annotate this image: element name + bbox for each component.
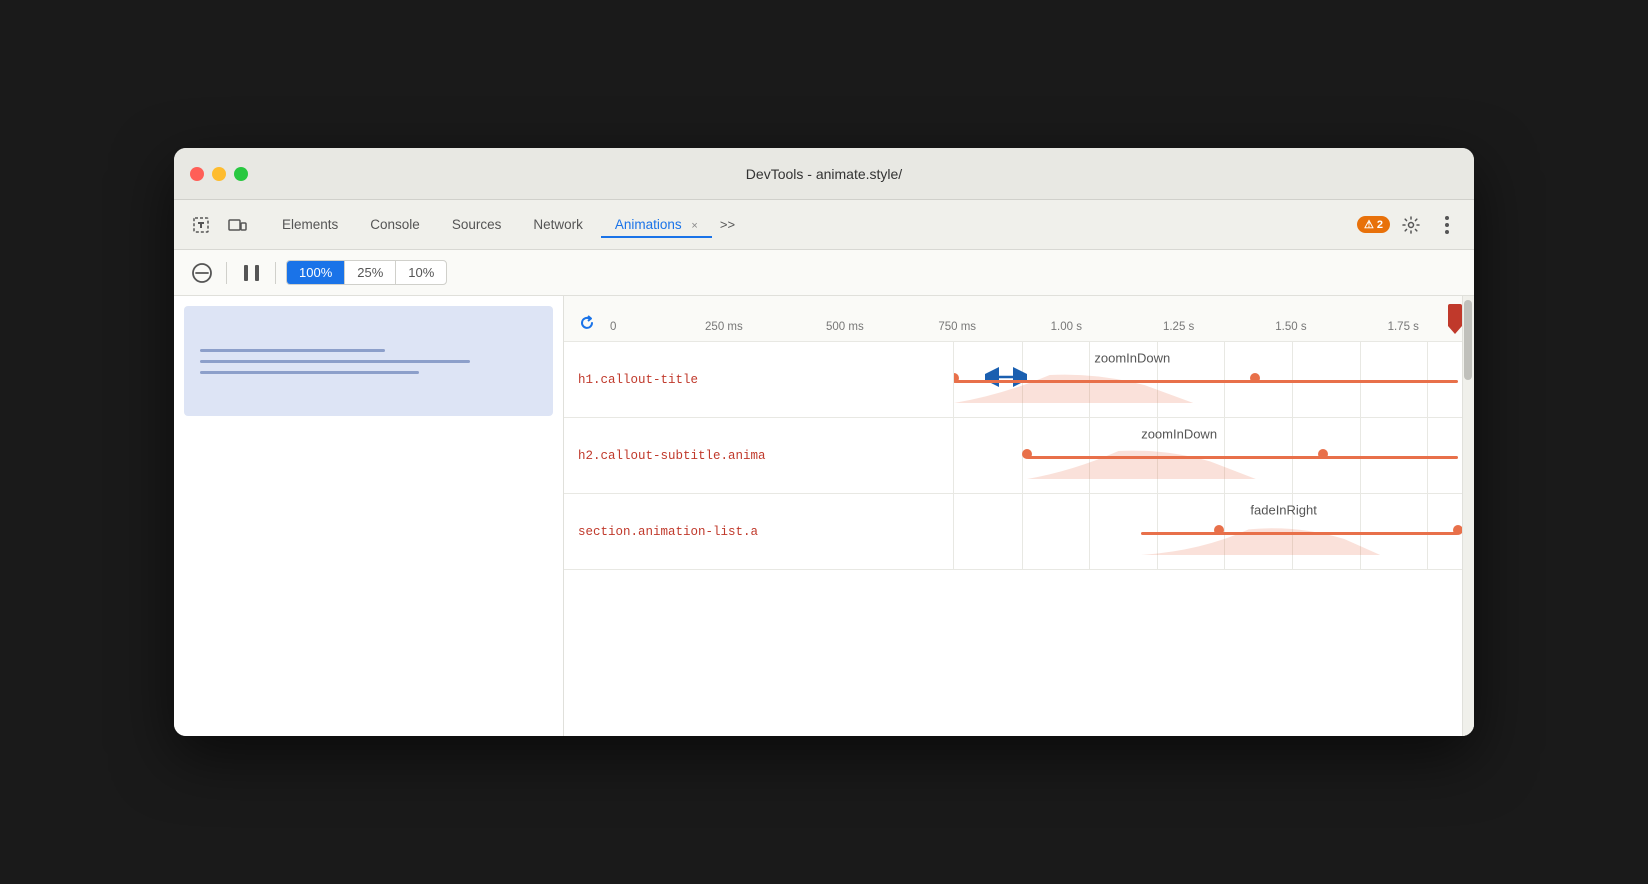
preview-line-2	[200, 360, 470, 363]
right-icons: ⚠ 2	[1357, 210, 1462, 240]
pause-animations-button[interactable]	[237, 259, 265, 287]
window-title: DevTools - animate.style/	[746, 166, 902, 182]
minimize-button[interactable]	[212, 167, 226, 181]
curve-1	[954, 371, 1193, 403]
close-button[interactable]	[190, 167, 204, 181]
cursor-marker	[1448, 296, 1462, 333]
tab-animations[interactable]: Animations ×	[601, 211, 712, 238]
anim-row-3[interactable]: section.animation-list.a	[564, 494, 1474, 570]
tick-1250: 1.25 s	[1163, 321, 1194, 333]
preview-line-3	[200, 371, 419, 374]
tab-elements[interactable]: Elements	[268, 211, 352, 238]
curve-3	[1141, 523, 1380, 555]
warning-icon: ⚠	[1364, 218, 1374, 231]
anim-bar-1	[954, 380, 1458, 383]
tab-network[interactable]: Network	[519, 211, 597, 238]
anim-row-1[interactable]: h1.callout-title	[564, 342, 1474, 418]
anim-label-3: section.animation-list.a	[564, 494, 954, 569]
tick-0: 0	[610, 321, 616, 333]
anim-label-2: h2.callout-subtitle.anima	[564, 418, 954, 493]
timeline-panel: 0 250 ms 500 ms 750 ms 1.00 s 1.25 s 1.5…	[564, 296, 1474, 736]
tab-animations-close[interactable]: ×	[691, 220, 697, 232]
maximize-button[interactable]	[234, 167, 248, 181]
anim-dot-start-3	[1214, 525, 1224, 535]
anim-timeline-2: zoomInDown	[954, 418, 1474, 493]
preview-line-1	[200, 349, 385, 352]
toolbar-divider-1	[226, 262, 227, 284]
anim-bar-2	[1027, 456, 1459, 459]
tab-sources[interactable]: Sources	[438, 211, 516, 238]
tabs-overflow: >>	[720, 217, 735, 232]
scrollbar-thumb[interactable]	[1464, 300, 1472, 380]
anim-dot-start-2	[1022, 449, 1032, 459]
warning-badge[interactable]: ⚠ 2	[1357, 216, 1390, 233]
toolbar-divider-2	[275, 262, 276, 284]
ruler-ticks: 0 250 ms 500 ms 750 ms 1.00 s 1.25 s 1.5…	[610, 296, 1474, 333]
clear-animations-button[interactable]	[188, 259, 216, 287]
tick-1500: 1.50 s	[1275, 321, 1306, 333]
scrollbar[interactable]	[1462, 296, 1474, 736]
anim-timeline-3: fadeInRight	[954, 494, 1474, 569]
anim-bar-3	[1141, 532, 1458, 535]
speed-10-button[interactable]: 10%	[396, 261, 446, 284]
anim-name-3: fadeInRight	[1250, 502, 1317, 517]
main-content: 0 250 ms 500 ms 750 ms 1.00 s 1.25 s 1.5…	[174, 296, 1474, 736]
settings-icon[interactable]	[1396, 210, 1426, 240]
cursor-icon[interactable]	[186, 210, 216, 240]
tick-1000: 1.00 s	[1051, 321, 1082, 333]
anim-name-2: zoomInDown	[1141, 426, 1217, 441]
speed-selector: 100% 25% 10%	[286, 260, 447, 285]
devtools-toolbar-icons	[186, 210, 252, 240]
titlebar: DevTools - animate.style/	[174, 148, 1474, 200]
anim-dot-mid-1	[1250, 373, 1260, 383]
tab-console[interactable]: Console	[356, 211, 434, 238]
anim-row-2[interactable]: h2.callout-subtitle.anima	[564, 418, 1474, 494]
left-panel	[174, 296, 564, 736]
curve-2	[1027, 447, 1256, 479]
preview-content	[200, 349, 537, 374]
replay-button[interactable]	[564, 313, 610, 333]
animations-toolbar: 100% 25% 10%	[174, 250, 1474, 296]
animation-preview	[184, 306, 553, 416]
device-icon[interactable]	[222, 210, 252, 240]
anim-label-1: h1.callout-title	[564, 342, 954, 417]
tabbar: Elements Console Sources Network Animati…	[174, 200, 1474, 250]
speed-100-button[interactable]: 100%	[287, 261, 345, 284]
timeline-ruler: 0 250 ms 500 ms 750 ms 1.00 s 1.25 s 1.5…	[564, 296, 1474, 342]
overflow-icon[interactable]: >>	[720, 217, 735, 232]
speed-25-button[interactable]: 25%	[345, 261, 396, 284]
animation-rows: h1.callout-title	[564, 342, 1474, 570]
tick-1750: 1.75 s	[1388, 321, 1419, 333]
tick-500: 500 ms	[826, 321, 864, 333]
anim-timeline-1: zoomInDown	[954, 342, 1474, 417]
devtools-window: DevTools - animate.style/ Elements Conso…	[174, 148, 1474, 736]
tick-750: 750 ms	[938, 321, 976, 333]
menu-icon[interactable]	[1432, 210, 1462, 240]
tick-250: 250 ms	[705, 321, 743, 333]
traffic-lights	[190, 167, 248, 181]
anim-name-1: zoomInDown	[1094, 350, 1170, 365]
warning-count: 2	[1377, 219, 1383, 231]
anim-dot-mid-2	[1318, 449, 1328, 459]
